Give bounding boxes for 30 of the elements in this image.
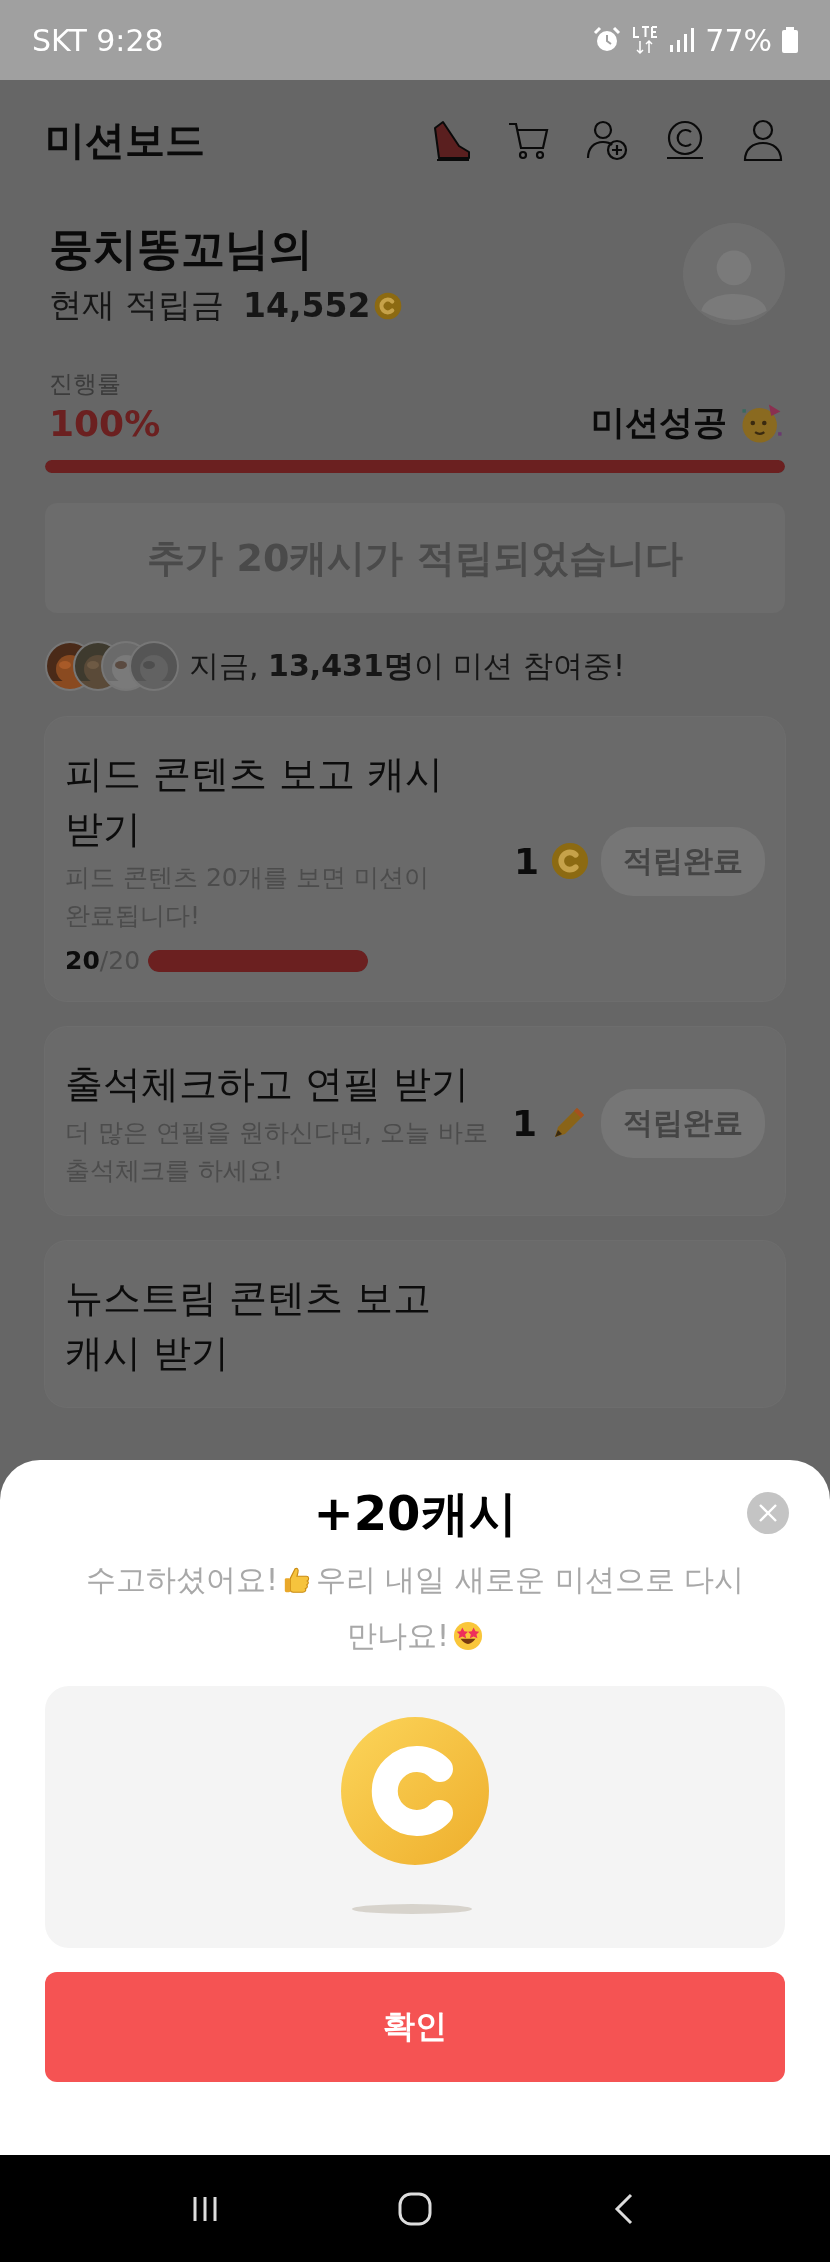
balance-value: 14,552	[243, 286, 371, 325]
sheet-title: +20캐시	[313, 1484, 517, 1543]
user-name: 뭉치똥꼬님의	[49, 222, 314, 276]
sheet-message: 만나요!	[347, 1617, 449, 1655]
balance-label: 현재 적립금	[49, 284, 225, 326]
progress-percent: 100%	[49, 402, 161, 444]
sheet-message: 수고하셨어요!	[85, 1561, 278, 1599]
person-icon[interactable]	[741, 118, 785, 162]
battery-percent: 77%	[705, 22, 772, 58]
mission-title: 출석체크하고 연필 받기	[65, 1061, 471, 1109]
carrier-time: SKT 9:28	[32, 22, 164, 58]
star-eyes-face-icon	[453, 1621, 483, 1651]
confirm-button[interactable]: 확인	[45, 1972, 785, 2082]
app-title: 미션보드	[45, 115, 205, 165]
add-person-icon[interactable]	[585, 118, 629, 162]
mission-count: 20	[65, 946, 100, 976]
battery-icon	[782, 27, 798, 53]
mission-result: 미션성공	[591, 401, 727, 444]
reward-amount: 1	[513, 840, 539, 882]
alarm-icon	[593, 26, 622, 54]
coin-icon	[551, 842, 589, 881]
mission-title: 피드 콘텐츠 보고 캐시 받기	[65, 751, 445, 854]
mission-title: 뉴스트림 콘텐츠 보고 캐시 받기	[65, 1275, 433, 1378]
sheet-message: 우리 내일 새로운 미션으로 다시	[315, 1561, 745, 1599]
reward-amount: 1	[511, 1102, 537, 1144]
participants-text: 지금, 13,431명 이 미션 참여중!	[189, 646, 625, 685]
coin-icon	[374, 291, 403, 320]
close-icon	[758, 1503, 778, 1523]
signal-icon	[669, 27, 696, 53]
lte-icon	[631, 25, 660, 55]
